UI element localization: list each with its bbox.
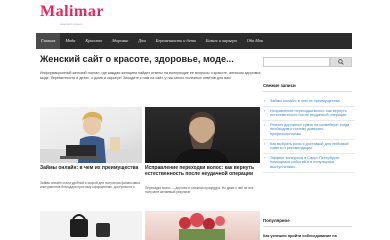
nav-item-about[interactable]: Оба Мои — [242, 33, 268, 49]
recent-post-item[interactable]: › Эффект конкурсов в Санкт-Петербурге: п… — [263, 154, 355, 173]
nav-item-pregnancy[interactable]: Беременность и дети — [151, 33, 201, 49]
arrow-icon: › — [264, 121, 266, 127]
divider — [263, 91, 352, 92]
arrow-icon: › — [264, 154, 266, 160]
card-title-loans[interactable]: Займы онлайн: в чем их преимущества — [40, 165, 142, 171]
recent-post-item[interactable]: › Как выбрать розы с доставкой для любим… — [263, 140, 355, 154]
arrow-icon: › — [264, 140, 266, 146]
search-input[interactable] — [263, 57, 330, 67]
popular-heading: Популярное — [263, 218, 290, 223]
nav-item-home-life[interactable]: Дом — [133, 33, 150, 49]
page-title: Женский сайт о красоте, здоровье, моде..… — [40, 54, 234, 64]
intro-text: Информационный женский портал, где кажда… — [40, 71, 262, 81]
card-image-bags[interactable] — [40, 211, 142, 240]
recent-post-item[interactable]: › Ремонт дорожных сумок на конвейере: ко… — [263, 121, 355, 140]
card-image-loans[interactable] — [40, 107, 142, 163]
card-image-roses[interactable] — [145, 211, 260, 240]
card-excerpt-hair: Пересадка волос — дорогая и сложная проц… — [145, 186, 254, 195]
recent-post-item[interactable]: › Займы онлайн: в чем их преимущества — [263, 98, 355, 107]
recent-post-link[interactable]: Эффект конкурсов в Санкт-Петербурге: пом… — [270, 156, 340, 169]
nav-item-home[interactable]: Главная — [36, 33, 61, 49]
search-icon — [338, 59, 344, 65]
arrow-icon: › — [264, 107, 266, 113]
nav-item-business[interactable]: Бизнес и карьера — [201, 33, 242, 49]
arrow-icon: › — [264, 98, 266, 103]
main-navigation: Главная Мода Красота Здоровье Дом Береме… — [36, 33, 352, 49]
card-image-hair[interactable] — [145, 107, 260, 163]
recent-post-item[interactable]: › Исправление переходки волос: как верну… — [263, 107, 355, 121]
recent-post-link[interactable]: Исправление переходки волос: как вернуть… — [270, 109, 347, 118]
popular-post-link[interactable]: Как успешно пройти собеседование на — [263, 234, 337, 238]
recent-posts-heading: Свежие записи — [263, 83, 296, 88]
search-button[interactable] — [330, 57, 352, 67]
recent-post-link[interactable]: Как выбрать розы с доставкой для любимой… — [270, 142, 349, 151]
nav-item-health[interactable]: Здоровье — [107, 33, 134, 49]
recent-post-link[interactable]: Ремонт дорожных сумок на конвейере: когд… — [270, 123, 349, 136]
site-logo[interactable]: Malimar женский журнал — [40, 3, 104, 26]
card-title-hair[interactable]: Исправление переходки волос: как вернуть… — [145, 165, 260, 177]
nav-item-beauty[interactable]: Красота — [80, 33, 106, 49]
divider — [263, 226, 352, 227]
card-excerpt-loans: Займы онлайн стали удобной и скорой для … — [40, 181, 141, 190]
recent-posts-list: › Займы онлайн: в чем их преимущества › … — [263, 98, 355, 175]
logo-tagline: женский журнал — [60, 22, 83, 26]
recent-post-link[interactable]: Займы онлайн: в чем их преимущества — [270, 99, 340, 103]
nav-item-fashion[interactable]: Мода — [60, 33, 80, 49]
logo-text: Malimar — [40, 3, 104, 20]
